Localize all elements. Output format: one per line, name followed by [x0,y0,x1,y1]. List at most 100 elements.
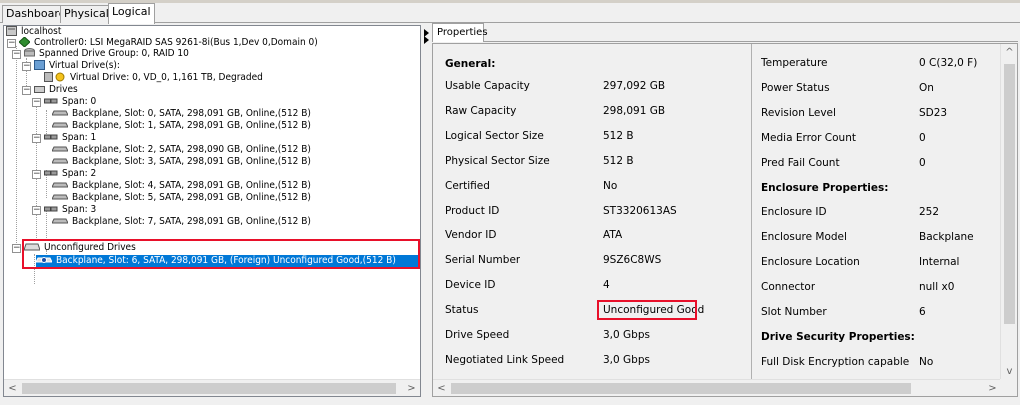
scroll-thumb[interactable] [1004,64,1015,324]
property-label: Usable Capacity [445,80,530,92]
tree-line [36,98,37,238]
logical-tree: localhost − Controller0: LSI MegaRAID SA… [4,26,420,380]
hard-drive-icon [52,122,68,128]
span-icon [44,206,58,212]
property-value: 0 [919,131,926,144]
property-value: Internal [919,256,960,269]
property-value: On [919,81,934,94]
tree-node-drive[interactable]: Backplane, Slot: 4, SATA, 298,091 GB, On… [52,180,313,192]
section-header: Enclosure Properties: [761,181,889,194]
tab-properties[interactable]: Properties [432,23,488,42]
scroll-right-icon[interactable]: > [403,380,420,396]
hard-drive-icon [52,146,68,152]
property-value: ST3320613AS [603,204,677,217]
property-value: 4 [603,279,610,292]
collapse-toggle[interactable]: − [22,86,31,95]
hard-drive-icon [52,110,68,116]
span-icon [44,134,58,140]
property-label: Physical Sector Size [445,154,550,167]
properties-tab-bar: Properties [432,23,1018,42]
property-value: ATA [603,229,623,242]
property-label: Certified [445,179,490,192]
tree-node-span[interactable]: Span: 1 [44,132,98,144]
scroll-thumb[interactable] [22,383,396,394]
tab-physical[interactable]: Physical [60,5,113,23]
tab-logical[interactable]: Logical [108,3,155,24]
property-label: Enclosure Location [761,256,860,269]
main-tab-bar: Dashboard Physical Logical [0,3,1020,24]
scroll-down-icon[interactable]: v [1001,363,1017,380]
collapse-toggle[interactable]: − [7,39,16,48]
drives-icon [34,86,45,93]
property-label: Negotiated Link Speed [445,353,565,366]
tree-node-drive[interactable]: Backplane, Slot: 2, SATA, 298,090 GB, On… [52,144,313,156]
properties-pane: General: Usable Capacity 297,092 GB Raw Ca… [432,43,1018,397]
scroll-right-icon[interactable]: > [984,380,1001,396]
bottom-strip [0,399,1020,405]
tree-node-drive[interactable]: Backplane, Slot: 1, SATA, 298,091 GB, On… [52,120,313,132]
property-label: Device ID [445,279,496,292]
tree-node-drive[interactable]: Backplane, Slot: 0, SATA, 298,091 GB, On… [52,108,313,120]
tree-node-span[interactable]: Span: 2 [44,168,98,180]
property-label: Enclosure Model [761,231,847,244]
scroll-thumb[interactable] [451,383,911,394]
tree-node-drive-group[interactable]: Spanned Drive Group: 0, RAID 10 [24,48,191,60]
scroll-left-icon[interactable]: < [433,380,450,396]
virtual-drives-icon [34,60,45,70]
tree-node-span[interactable]: Span: 0 [44,96,98,108]
tree-node-drive[interactable]: Backplane, Slot: 3, SATA, 298,091 GB, On… [52,156,313,168]
property-label: Power Status [761,81,830,94]
collapse-toggle[interactable]: − [32,206,41,215]
scroll-left-icon[interactable]: < [4,380,21,396]
property-value: No [603,179,618,192]
properties-vertical-scrollbar[interactable]: ^ v [1000,44,1017,380]
property-label: Raw Capacity [445,104,517,117]
pane-arrow-icon [424,36,429,44]
tree-node-virtual-drive-0[interactable]: Virtual Drive: 0, VD_0, 1,161 TB, Degrad… [44,72,265,84]
property-value: 0 C(32,0 F) [919,57,978,69]
properties-horizontal-scrollbar[interactable]: < > [433,379,1001,396]
collapse-toggle[interactable]: − [32,170,41,179]
property-value: 297,092 GB [603,80,666,92]
property-label: Temperature [761,57,828,69]
property-label: Status [445,304,479,317]
tree-node-drive[interactable]: Backplane, Slot: 7, SATA, 298,091 GB, On… [52,216,313,228]
tree-node-drives[interactable]: Drives [34,84,80,96]
logical-tree-pane: localhost − Controller0: LSI MegaRAID SA… [3,25,421,397]
property-label: Enclosure ID [761,206,827,219]
property-value: 512 B [603,154,634,167]
hard-drive-icon [52,182,68,188]
property-label: Serial Number [445,254,521,267]
collapse-toggle[interactable]: − [12,244,21,253]
hard-drive-icon [52,194,68,200]
property-value: 0 [919,156,926,169]
property-label: Full Disk Encryption capable [761,355,910,368]
drive-group-icon [24,48,35,57]
collapse-toggle[interactable]: − [12,50,21,59]
collapse-toggle[interactable]: − [32,98,41,107]
property-label: Logical Sector Size [445,129,544,142]
property-value: null x0 [919,281,955,294]
hard-drive-icon [52,218,68,224]
collapse-toggle[interactable]: − [32,134,41,143]
property-value: Backplane [919,231,974,244]
degraded-virtual-drive-icon [44,72,65,82]
property-value: 512 B [603,129,634,142]
property-label: Slot Number [761,306,827,318]
column-divider [751,44,752,380]
property-label: Connector [761,281,816,294]
property-value: 3,0 Gbps [603,329,650,341]
property-value: 9SZ6C8WS [603,254,662,267]
tree-node-virtual-drives[interactable]: Virtual Drive(s): [34,60,122,72]
property-label: Media Error Count [761,131,856,144]
section-header: Drive Security Properties: [761,330,915,343]
tree-node-span[interactable]: Span: 3 [44,204,98,216]
tree-horizontal-scrollbar[interactable]: < > [4,379,420,396]
tree-line [16,46,17,251]
property-label: Product ID [445,204,500,217]
scroll-up-icon[interactable]: ^ [1001,44,1017,61]
property-value: 298,091 GB [603,104,666,117]
server-icon [6,26,17,36]
collapse-toggle[interactable]: − [22,62,31,71]
tree-node-drive[interactable]: Backplane, Slot: 5, SATA, 298,091 GB, On… [52,192,313,204]
